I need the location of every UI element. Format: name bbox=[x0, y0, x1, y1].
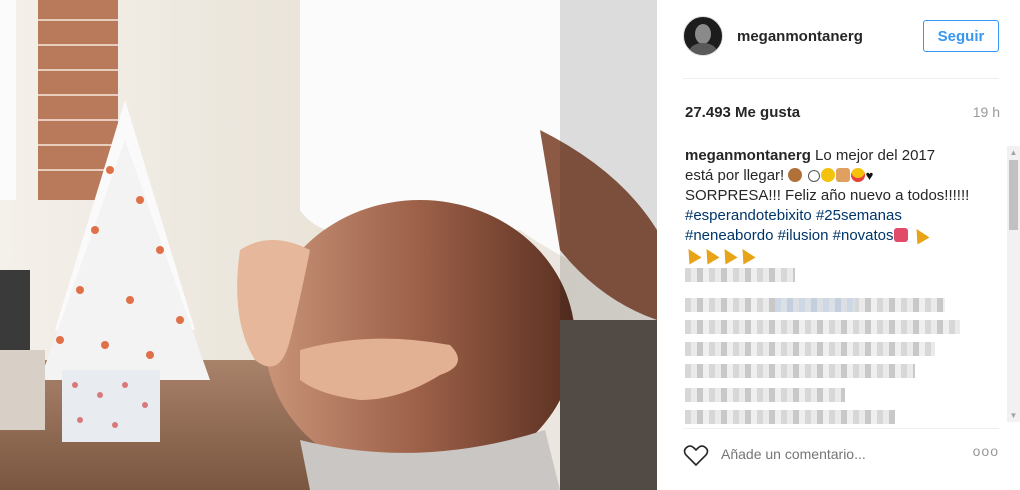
scroll-thumb[interactable] bbox=[1009, 160, 1018, 230]
post-time[interactable]: 19 h bbox=[973, 104, 1000, 120]
gift-heart-emoji-icon bbox=[893, 228, 908, 242]
likes-count[interactable]: 27.493 Me gusta bbox=[685, 104, 800, 121]
hashtag-link[interactable]: #esperandotebixito bbox=[685, 207, 812, 224]
party-popper-emoji-icon bbox=[736, 245, 756, 265]
monkey-emoji-icon bbox=[788, 168, 803, 182]
username-link[interactable]: meganmontanerg bbox=[737, 28, 863, 45]
black-heart-emoji-icon: ♥ bbox=[865, 168, 874, 183]
caption-line-1: Lo mejor del 2017 bbox=[810, 147, 936, 164]
blurred-comments bbox=[685, 268, 985, 428]
smile-emoji-icon bbox=[807, 170, 820, 182]
heart-eyes-emoji-icon bbox=[850, 168, 865, 182]
more-options-icon[interactable]: ooo bbox=[973, 443, 999, 459]
party-popper-emoji-icon bbox=[700, 245, 720, 265]
scroll-down-icon[interactable]: ▼ bbox=[1007, 409, 1020, 422]
blush-emoji-icon bbox=[820, 168, 835, 182]
hashtag-link[interactable]: #25semanas bbox=[816, 207, 902, 224]
scroll-up-icon[interactable]: ▲ bbox=[1007, 146, 1020, 159]
party-popper-emoji-icon bbox=[718, 245, 738, 265]
post-caption: meganmontanerg Lo mejor del 2017 está po… bbox=[682, 146, 985, 266]
hashtag-link[interactable]: #ilusion bbox=[778, 227, 829, 244]
heart-icon[interactable] bbox=[683, 443, 709, 467]
party-popper-emoji-icon bbox=[910, 225, 930, 245]
comment-input[interactable] bbox=[721, 443, 951, 465]
avatar[interactable] bbox=[683, 16, 723, 56]
post-photo[interactable] bbox=[0, 0, 657, 490]
comments-scrollbar[interactable]: ▲ ▼ bbox=[1007, 146, 1020, 422]
hashtag-link[interactable]: #neneabordo bbox=[685, 227, 773, 244]
follow-button[interactable]: Seguir bbox=[923, 20, 999, 52]
post-header: meganmontanerg Seguir bbox=[683, 12, 999, 79]
party-popper-emoji-icon bbox=[682, 245, 702, 265]
caption-line-3: SORPRESA!!! Feliz año nuevo a todos!!!!!… bbox=[685, 187, 970, 204]
hashtag-link[interactable]: #novatos bbox=[833, 227, 894, 244]
post-photo-illustration bbox=[0, 0, 657, 490]
caption-username[interactable]: meganmontanerg bbox=[685, 147, 811, 164]
couple-emoji-icon bbox=[835, 168, 850, 182]
post-footer: ooo bbox=[683, 428, 999, 479]
caption-line-2: está por llegar! bbox=[685, 167, 789, 184]
